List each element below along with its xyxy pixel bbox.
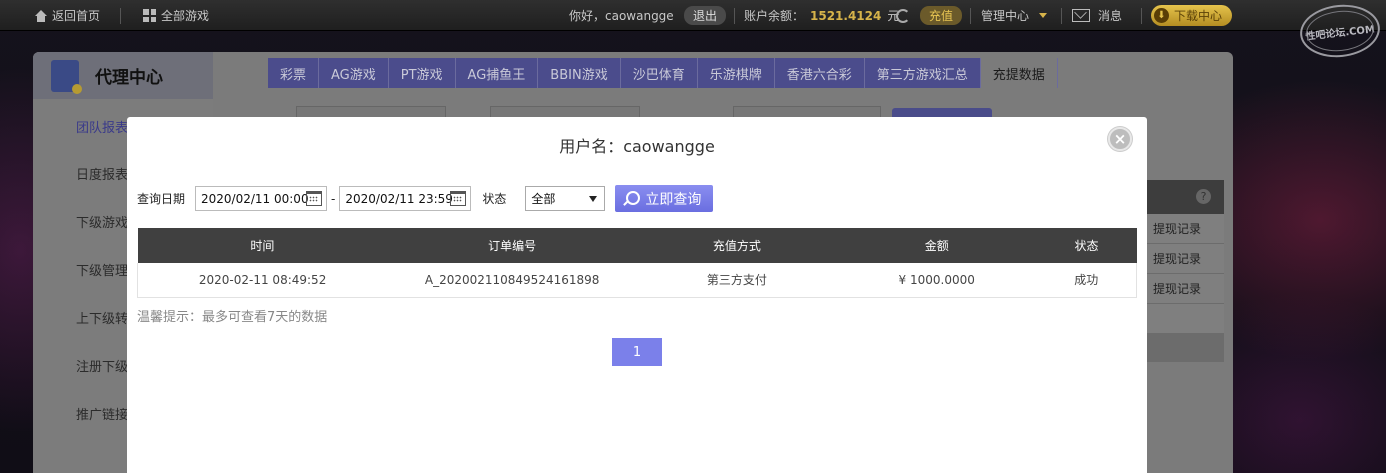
- tab-ag-fishing[interactable]: AG捕鱼王: [455, 58, 539, 88]
- refresh-wrap: [896, 0, 910, 31]
- chevron-down-icon: [589, 196, 598, 202]
- sidebar-item-register-sub[interactable]: 注册下级: [76, 356, 128, 375]
- table-row: 2020-02-11 08:49:52 A_202002110849524161…: [137, 263, 1137, 298]
- status-select[interactable]: 全部: [525, 186, 606, 211]
- download-wrap: ⬇ 下载中心: [1151, 0, 1233, 31]
- tab-bbin-games[interactable]: BBIN游戏: [538, 58, 621, 88]
- bg-table-header: [1146, 180, 1224, 214]
- status-label: 状态: [482, 192, 507, 206]
- bg-table-footer: [1146, 334, 1224, 362]
- column-header-method: 充值方式: [637, 228, 837, 263]
- modal-title: 用户名：caowangge: [559, 137, 715, 156]
- grid-icon: [143, 9, 156, 22]
- tab-ag-games[interactable]: AG游戏: [319, 58, 389, 88]
- cell-method: 第三方支付: [637, 263, 837, 298]
- tab-lottery[interactable]: 彩票: [268, 58, 320, 88]
- logout-button[interactable]: 退出: [684, 6, 727, 25]
- manage-center-menu[interactable]: 管理中心: [981, 0, 1048, 31]
- cell-time: 2020-02-11 08:49:52: [137, 263, 388, 298]
- date-label: 查询日期: [137, 192, 186, 206]
- cell-status: 成功: [1036, 263, 1137, 298]
- recharge-wrap: 充值: [920, 0, 963, 31]
- mail-icon: [1072, 9, 1090, 22]
- tip-text: 温馨提示：最多可查看7天的数据: [137, 310, 328, 325]
- balance-label: 账户余额：: [744, 9, 805, 23]
- home-icon: [34, 9, 48, 22]
- manage-center-label: 管理中心: [981, 9, 1030, 23]
- topbar-separator: [1061, 0, 1062, 31]
- download-center-button[interactable]: ⬇ 下载中心: [1151, 5, 1233, 26]
- messages-link[interactable]: 消息: [1072, 0, 1122, 31]
- home-link[interactable]: 返回首页: [34, 0, 100, 31]
- bg-withdraw-record-link: 提现记录: [1146, 244, 1224, 274]
- records-table: 时间 订单编号 充值方式 金额 状态 2020-02-11 08:49:52 A…: [137, 228, 1137, 298]
- recharge-button[interactable]: 充值: [920, 6, 963, 25]
- balance-wrap: 1521.4124 元: [810, 0, 899, 31]
- topbar-separator: [1141, 0, 1142, 31]
- calendar-icon[interactable]: [306, 191, 323, 206]
- tab-deposit-withdraw-data[interactable]: 充提数据: [980, 58, 1058, 88]
- tab-pt-games[interactable]: PT游戏: [388, 58, 456, 88]
- column-header-status: 状态: [1036, 228, 1137, 263]
- sidebar-item-sub-manage[interactable]: 下级管理: [76, 260, 128, 279]
- game-tabs: 彩票 AG游戏 PT游戏 AG捕鱼王 BBIN游戏 沙巴体育 乐游棋牌 香港六合…: [268, 58, 1058, 88]
- table-header-row: 时间 订单编号 充值方式 金额 状态: [137, 228, 1137, 263]
- refresh-icon[interactable]: [896, 8, 910, 23]
- tab-leyou-chess[interactable]: 乐游棋牌: [697, 58, 775, 88]
- cell-order-no: A_202002110849524161898: [387, 263, 638, 298]
- top-bar: 返回首页 全部游戏 你好，caowangge 退出 账户余额： 1521.412…: [0, 0, 1386, 31]
- close-icon: ×: [1113, 129, 1127, 148]
- sidebar-item-sub-games[interactable]: 下级游戏: [76, 212, 128, 231]
- bg-withdraw-record-link: 提现记录: [1146, 274, 1224, 304]
- query-button-label: 立即查询: [645, 191, 702, 208]
- all-games-label: 全部游戏: [161, 9, 210, 23]
- agent-icon: [51, 59, 82, 94]
- topbar-separator: [970, 0, 971, 31]
- date-to-value: 2020/02/11 23:59: [345, 191, 453, 206]
- column-header-order-no: 订单编号: [387, 228, 638, 263]
- tab-saba-sports[interactable]: 沙巴体育: [620, 58, 698, 88]
- query-button[interactable]: 立即查询: [615, 185, 714, 212]
- watermark-text: 性吧论坛.COM: [1305, 23, 1376, 43]
- logout-wrap: 退出: [684, 0, 727, 31]
- sidebar-item-daily-report[interactable]: 日度报表: [76, 164, 128, 183]
- bg-empty-row: [1146, 304, 1224, 334]
- close-button[interactable]: ×: [1108, 127, 1132, 151]
- pagination-page-1[interactable]: 1: [612, 338, 662, 366]
- topbar-separator: [120, 0, 121, 31]
- greeting-text: 你好，caowangge: [569, 9, 674, 23]
- all-games-link[interactable]: 全部游戏: [143, 0, 209, 31]
- balance-value: 1521.4124: [810, 8, 882, 23]
- bg-withdraw-record-link: 提现记录: [1146, 214, 1224, 244]
- date-from-value: 2020/02/11 00:00: [201, 191, 309, 206]
- home-link-label: 返回首页: [52, 9, 101, 23]
- topbar-separator: [734, 0, 735, 31]
- messages-label: 消息: [1098, 9, 1123, 23]
- filter-row: 查询日期 2020/02/11 00:00 - 2020/02/11 23:59…: [137, 185, 714, 212]
- status-select-value: 全部: [531, 192, 556, 206]
- download-icon: ⬇: [1154, 8, 1169, 23]
- agent-panel-header: 代理中心: [33, 52, 213, 99]
- sidebar-item-team-report[interactable]: 团队报表: [76, 117, 128, 136]
- cell-amount: ¥ 1000.0000: [836, 263, 1037, 298]
- chevron-down-icon: [1039, 13, 1048, 18]
- date-to-input[interactable]: 2020/02/11 23:59: [339, 186, 472, 211]
- calendar-icon[interactable]: [450, 191, 467, 206]
- tab-hk-mark-six[interactable]: 香港六合彩: [774, 58, 865, 88]
- column-header-time: 时间: [137, 228, 388, 263]
- column-header-amount: 金额: [836, 228, 1037, 263]
- tab-third-party-summary[interactable]: 第三方游戏汇总: [864, 58, 981, 88]
- sidebar-item-promo-link[interactable]: 推广链接: [76, 404, 128, 423]
- search-icon: [623, 191, 641, 206]
- recharge-records-modal: 用户名：caowangge × 查询日期 2020/02/11 00:00 - …: [127, 117, 1147, 473]
- panel-title: 代理中心: [95, 68, 163, 88]
- sidebar-item-transfer[interactable]: 上下级转: [76, 308, 128, 327]
- date-from-input[interactable]: 2020/02/11 00:00: [195, 186, 328, 211]
- date-separator: -: [331, 191, 336, 206]
- help-icon: ?: [1196, 189, 1211, 204]
- download-center-label: 下载中心: [1174, 9, 1223, 23]
